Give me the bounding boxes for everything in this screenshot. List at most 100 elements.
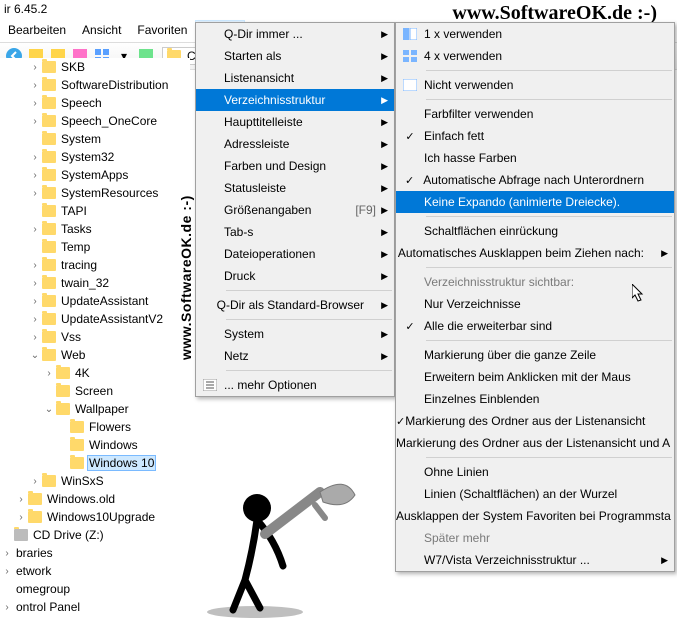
menu-item[interactable]: System▶: [196, 323, 394, 345]
menu-item[interactable]: Ich hasse Farben: [396, 147, 674, 169]
expand-icon[interactable]: ›: [28, 260, 42, 271]
menu-item[interactable]: Ohne Linien: [396, 461, 674, 483]
expand-icon[interactable]: ›: [14, 494, 28, 505]
expand-icon[interactable]: ›: [28, 314, 42, 325]
menu-item[interactable]: Keine Expando (animierte Dreiecke).: [396, 191, 674, 213]
menu-item[interactable]: ✓Markierung des Ordner aus der Listenans…: [396, 410, 674, 432]
menu-item[interactable]: ... mehr Optionen: [196, 374, 394, 396]
menu-favoriten[interactable]: Favoriten: [129, 20, 195, 40]
menu-item[interactable]: Starten als▶: [196, 45, 394, 67]
menu-item[interactable]: 1 x verwenden: [396, 23, 674, 45]
menu-item[interactable]: ✓Automatische Abfrage nach Unterordnern: [396, 169, 674, 191]
menu-item[interactable]: Tab-s▶: [196, 221, 394, 243]
menu-item[interactable]: Ausklappen der System Favoriten bei Prog…: [396, 505, 674, 527]
tree-item[interactable]: ›tracing: [0, 256, 190, 274]
menu-item[interactable]: Netz▶: [196, 345, 394, 367]
expand-icon[interactable]: ›: [28, 170, 42, 181]
tree-item[interactable]: System: [0, 130, 190, 148]
menu-item[interactable]: ✓Einfach fett: [396, 125, 674, 147]
menu-item[interactable]: Einzelnes Einblenden: [396, 388, 674, 410]
menu-item[interactable]: Verzeichnisstruktur▶: [196, 89, 394, 111]
menu-item[interactable]: Druck▶: [196, 265, 394, 287]
tree-item[interactable]: ›Tasks: [0, 220, 190, 238]
menu-item[interactable]: Dateioperationen▶: [196, 243, 394, 265]
menu-item[interactable]: ✓Alle die erweiterbar sind: [396, 315, 674, 337]
menu-item[interactable]: Q-Dir immer ...▶: [196, 23, 394, 45]
tree-item[interactable]: ›SystemResources: [0, 184, 190, 202]
menu-item[interactable]: Markierung des Ordner aus der Listenansi…: [396, 432, 674, 454]
expand-icon[interactable]: ›: [28, 152, 42, 163]
expand-icon[interactable]: ›: [28, 476, 42, 487]
tree-item[interactable]: ›twain_32: [0, 274, 190, 292]
tree-item[interactable]: ›Vss: [0, 328, 190, 346]
menu-item[interactable]: Farben und Design▶: [196, 155, 394, 177]
tree-item[interactable]: ›System32: [0, 148, 190, 166]
extras-menu[interactable]: Q-Dir immer ...▶Starten als▶Listenansich…: [195, 22, 395, 397]
menu-item[interactable]: Nicht verwenden: [396, 74, 674, 96]
expand-icon[interactable]: ›: [28, 224, 42, 235]
menu-item[interactable]: Adressleiste▶: [196, 133, 394, 155]
tree-item[interactable]: ›SKB: [0, 58, 190, 76]
tree-item[interactable]: Screen: [0, 382, 190, 400]
tree-item[interactable]: ›UpdateAssistant: [0, 292, 190, 310]
expand-icon[interactable]: ›: [0, 566, 14, 577]
menu-item[interactable]: Farbfilter verwenden: [396, 103, 674, 125]
submenu-arrow-icon: ▶: [381, 249, 388, 260]
menu-item[interactable]: Erweitern beim Anklicken mit der Maus: [396, 366, 674, 388]
menu-item[interactable]: Statusleiste▶: [196, 177, 394, 199]
menu-item[interactable]: Haupttitelleiste▶: [196, 111, 394, 133]
tree-item[interactable]: ›braries: [0, 544, 190, 562]
menu-item[interactable]: Markierung über die ganze Zeile: [396, 344, 674, 366]
menu-separator: [226, 319, 392, 320]
tree-item[interactable]: ›Speech_OneCore: [0, 112, 190, 130]
menu-item[interactable]: Schaltflächen einrückung: [396, 220, 674, 242]
tree-item[interactable]: Temp: [0, 238, 190, 256]
tree-item[interactable]: ⌄Wallpaper: [0, 400, 190, 418]
verzeichnisstruktur-submenu[interactable]: 1 x verwenden4 x verwenden Nicht verwende…: [395, 22, 675, 572]
tree-label: SystemApps: [59, 168, 130, 182]
tree-item[interactable]: ›Speech: [0, 94, 190, 112]
expand-icon[interactable]: ›: [28, 332, 42, 343]
tree-item[interactable]: omegroup: [0, 580, 190, 598]
expand-icon[interactable]: ›: [28, 278, 42, 289]
menu-item[interactable]: 4 x verwenden: [396, 45, 674, 67]
menu-item[interactable]: Q-Dir als Standard-Browser▶: [196, 294, 394, 316]
expand-icon[interactable]: ›: [28, 98, 42, 109]
expand-icon[interactable]: ›: [28, 296, 42, 307]
collapse-icon[interactable]: ⌄: [42, 404, 56, 415]
expand-icon[interactable]: ›: [28, 188, 42, 199]
tree-item[interactable]: ›Windows.old: [0, 490, 190, 508]
tree-item[interactable]: ›Windows10Upgrade: [0, 508, 190, 526]
menu-bearbeiten[interactable]: Bearbeiten: [0, 20, 74, 40]
tree-item[interactable]: ›etwork: [0, 562, 190, 580]
folder-tree[interactable]: ›SKB›SoftwareDistribution›Speech›Speech_…: [0, 58, 190, 616]
tree-item[interactable]: ›SoftwareDistribution: [0, 76, 190, 94]
collapse-icon[interactable]: ⌄: [28, 350, 42, 361]
menu-item[interactable]: W7/Vista Verzeichnisstruktur ...▶: [396, 549, 674, 571]
tree-item[interactable]: ›4K: [0, 364, 190, 382]
tree-item[interactable]: CD Drive (Z:): [0, 526, 190, 544]
menu-item[interactable]: Automatisches Ausklappen beim Ziehen nac…: [396, 242, 674, 264]
expand-icon[interactable]: ›: [0, 548, 14, 559]
menu-item[interactable]: Größenangaben[F9]▶: [196, 199, 394, 221]
tree-item[interactable]: Windows: [0, 436, 190, 454]
expand-icon[interactable]: ›: [0, 602, 14, 613]
expand-icon[interactable]: ›: [28, 116, 42, 127]
tree-item[interactable]: › SystemApps: [0, 166, 190, 184]
tree-item[interactable]: TAPI: [0, 202, 190, 220]
tree-item[interactable]: ›ontrol Panel: [0, 598, 190, 616]
menu-ansicht[interactable]: Ansicht: [74, 20, 129, 40]
tree-item[interactable]: ›WinSxS: [0, 472, 190, 490]
menu-item[interactable]: Linien (Schaltflächen) an der Wurzel: [396, 483, 674, 505]
menu-item[interactable]: Nur Verzeichnisse: [396, 293, 674, 315]
tree-item[interactable]: Flowers: [0, 418, 190, 436]
expand-icon[interactable]: ›: [28, 80, 42, 91]
tree-item[interactable]: ⌄Web: [0, 346, 190, 364]
tree-item[interactable]: ›UpdateAssistantV2: [0, 310, 190, 328]
menu-item[interactable]: Listenansicht▶: [196, 67, 394, 89]
expand-icon[interactable]: ›: [14, 512, 28, 523]
expand-icon[interactable]: ›: [28, 62, 42, 73]
tree-item[interactable]: Windows 10: [0, 454, 190, 472]
expand-icon[interactable]: ›: [42, 368, 56, 379]
submenu-arrow-icon: ▶: [381, 205, 388, 216]
